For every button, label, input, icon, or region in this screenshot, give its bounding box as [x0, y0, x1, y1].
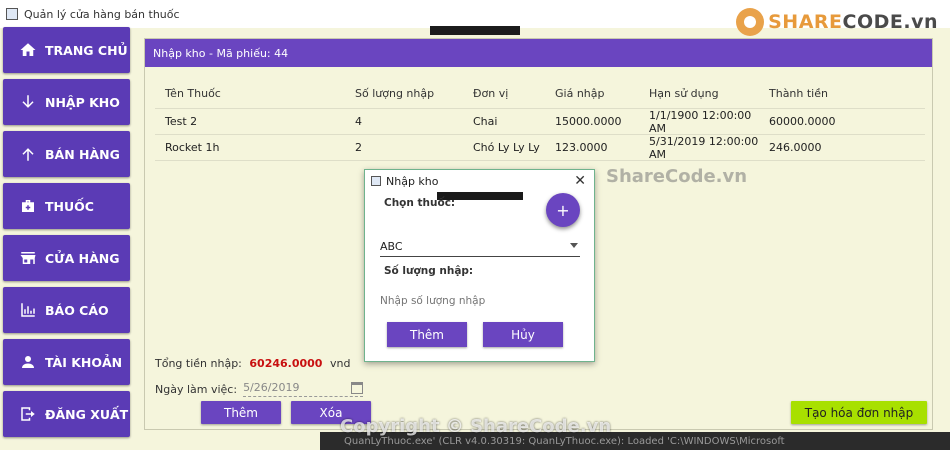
sharecode-logo-icon [736, 8, 765, 36]
dialog-title: Nhập kho [386, 174, 439, 188]
watermark-text: ShareCode.vn [606, 166, 748, 187]
date-label: Ngày làm việc: [155, 382, 238, 396]
table-row[interactable]: Rocket 1h 2 Chó Ly Ly Ly 123.0000 5/31/2… [155, 135, 925, 161]
total-label: Tổng tiền nhập: [155, 357, 242, 370]
date-value: 5/26/2019 [243, 381, 300, 394]
table-cell: 123.0000 [555, 141, 608, 154]
sidebar-item-label: TRANG CHỦ [45, 42, 128, 58]
drug-select[interactable]: ABC [380, 237, 580, 257]
table-cell: 4 [355, 115, 362, 128]
sidebar-item-report[interactable]: BÁO CÁO [3, 287, 130, 333]
sidebar-item-label: CỬA HÀNG [45, 250, 120, 266]
brand-part2: CODE.vn [842, 11, 938, 33]
home-icon [17, 39, 39, 61]
total-unit: vnd [329, 357, 351, 370]
store-icon [17, 247, 39, 269]
selected-drug: ABC [380, 240, 403, 253]
medkit-icon [17, 195, 39, 217]
table-row[interactable]: Test 2 4 Chai 15000.0000 1/1/1900 12:00:… [155, 109, 925, 135]
sidebar-item-label: BÁO CÁO [45, 302, 109, 318]
logout-icon [17, 403, 39, 425]
close-icon[interactable]: ✕ [574, 173, 586, 189]
drug-label: Chọn thuốc: [384, 197, 456, 209]
table-cell: Test 2 [165, 115, 198, 128]
chevron-down-icon [570, 243, 578, 248]
work-date: Ngày làm việc: 5/26/2019 [155, 381, 364, 397]
calendar-icon[interactable] [351, 382, 364, 394]
sidebar-item-label: THUỐC [45, 198, 94, 214]
sidebar-item-medicine[interactable]: THUỐC [3, 183, 130, 229]
sidebar-item-logout[interactable]: ĐĂNG XUẤT [3, 391, 130, 437]
window-icon [6, 8, 18, 20]
import-table: Tên Thuốc Số lượng nhập Đơn vị Giá nhập … [155, 79, 925, 161]
table-cell: 5/31/2019 12:00:00 AM [649, 134, 759, 161]
quantity-label: Số lượng nhập: [384, 265, 474, 277]
date-picker[interactable]: 5/26/2019 [243, 381, 364, 397]
create-invoice-button[interactable]: Tạo hóa đơn nhập [791, 401, 927, 424]
table-cell: 60000.0000 [769, 115, 836, 128]
total-import: Tổng tiền nhập: 60246.0000 vnd [155, 357, 350, 370]
sidebar-item-label: BÁN HÀNG [45, 146, 120, 162]
table-cell: 2 [355, 141, 362, 154]
dialog-cancel-button[interactable]: Hủy [483, 322, 563, 347]
sidebar: TRANG CHỦ NHẬP KHO BÁN HÀNG THUỐC CỬA HÀ… [3, 27, 133, 443]
column-header[interactable]: Giá nhập [555, 87, 649, 100]
column-header[interactable]: Số lượng nhập [355, 87, 473, 100]
quantity-input[interactable] [380, 292, 580, 310]
import-dialog: Nhập kho ✕ Chọn thuốc: + ABC Số lượng nh… [364, 169, 595, 362]
table-cell: Rocket 1h [165, 141, 220, 154]
total-value: 60246.0000 [249, 357, 323, 370]
column-header[interactable]: Hạn sử dụng [649, 87, 769, 100]
arrow-down-icon [17, 91, 39, 113]
table-cell: 246.0000 [769, 141, 822, 154]
copyright-watermark: Copyright © ShareCode.vn [340, 416, 612, 437]
table-cell: Chai [473, 115, 498, 128]
sidebar-item-import[interactable]: NHẬP KHO [3, 79, 130, 125]
app-window: Quản lý cửa hàng bán thuốc SHARECODE.vn … [0, 0, 950, 450]
brand-part1: SHARE [768, 11, 843, 33]
table-cell: 1/1/1900 12:00:00 AM [649, 108, 752, 135]
dialog-window-icon [371, 176, 381, 186]
sidebar-item-sales[interactable]: BÁN HÀNG [3, 131, 130, 177]
table-cell: 15000.0000 [555, 115, 622, 128]
sidebar-item-label: TÀI KHOẢN [45, 354, 123, 370]
sidebar-item-home[interactable]: TRANG CHỦ [3, 27, 130, 73]
sidebar-item-account[interactable]: TÀI KHOẢN [3, 339, 130, 385]
sidebar-item-store[interactable]: CỬA HÀNG [3, 235, 130, 281]
sidebar-item-label: NHẬP KHO [45, 94, 120, 110]
add-drug-button[interactable]: + [546, 193, 580, 227]
panel-header: Nhập kho - Mã phiếu: 44 [145, 39, 932, 67]
column-header[interactable]: Tên Thuốc [155, 87, 355, 100]
column-header[interactable]: Đơn vị [473, 87, 555, 100]
dialog-add-button[interactable]: Thêm [387, 322, 467, 347]
dialog-title-bar: Nhập kho ✕ [365, 170, 594, 192]
arrow-up-icon [17, 143, 39, 165]
window-title: Quản lý cửa hàng bán thuốc [24, 7, 180, 21]
table-cell: Chó Ly Ly Ly [473, 141, 540, 154]
add-button[interactable]: Thêm [201, 401, 281, 424]
brand-logo: SHARECODE.vn [736, 8, 938, 36]
redaction-bar [430, 26, 520, 35]
column-header[interactable]: Thành tiền [769, 87, 919, 100]
table-header-row: Tên Thuốc Số lượng nhập Đơn vị Giá nhập … [155, 79, 925, 109]
sidebar-item-label: ĐĂNG XUẤT [45, 406, 129, 422]
output-text: QuanLyThuoc.exe' (CLR v4.0.30319: QuanLy… [344, 435, 785, 447]
user-icon [17, 351, 39, 373]
chart-icon [17, 299, 39, 321]
